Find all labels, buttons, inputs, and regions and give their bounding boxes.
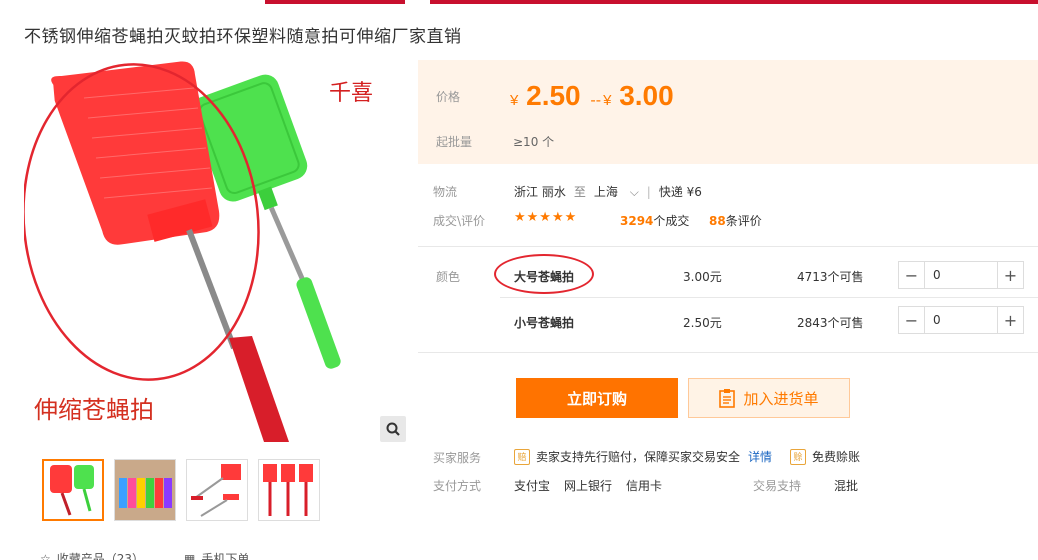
product-title: 不锈钢伸缩苍蝇拍灭蚊拍环保塑料随意拍可伸缩厂家直销 xyxy=(24,27,462,47)
zoom-button[interactable] xyxy=(380,416,406,442)
rating-stars: ★★★★★ xyxy=(514,210,578,225)
free-credit-link[interactable]: 免费赊账 xyxy=(812,448,860,465)
trade-support-label: 交易支持 xyxy=(753,479,802,493)
shipping-origin: 浙江 丽水 xyxy=(514,185,566,199)
quantity-input[interactable] xyxy=(925,262,995,288)
top-accent-bar xyxy=(265,0,405,4)
thumbnail-strip xyxy=(42,459,320,521)
price-label: 价格 xyxy=(436,90,461,104)
express-fee: 快递 ¥6 xyxy=(658,185,702,199)
qrcode-icon: ▦ xyxy=(184,551,196,560)
sku-price: 2.50元 xyxy=(683,316,722,330)
brand-logo-text: 千喜 xyxy=(329,81,373,106)
payment-method: 信用卡 xyxy=(626,479,663,493)
sku-stock: 4713个可售 xyxy=(797,270,864,284)
quantity-stepper: − + xyxy=(898,261,1024,289)
sku-name: 大号苍蝇拍 xyxy=(514,270,575,284)
thumbnail-4[interactable] xyxy=(258,459,320,521)
bottom-links: ☆ 收藏产品（23） ▦ 手机下单 xyxy=(40,550,249,560)
moq-value: ≥10 个 xyxy=(513,135,555,149)
destination-select[interactable]: 上海 ⌵ xyxy=(594,183,639,200)
price-range: ¥ 2.50 -- ¥ 3.00 xyxy=(510,80,674,111)
shipping-row: 浙江 丽水 至 上海 ⌵ | 快递 ¥6 xyxy=(514,183,702,200)
quantity-stepper: − + xyxy=(898,306,1024,334)
payment-method: 支付宝 xyxy=(514,479,551,493)
price-high: 3.00 xyxy=(619,80,674,111)
image-watermark-text: 伸缩苍蝇拍 xyxy=(34,396,154,424)
thumbnail-1[interactable] xyxy=(42,459,104,521)
mobile-order-link[interactable]: ▦ 手机下单 xyxy=(184,550,249,560)
payment-label: 支付方式 xyxy=(433,479,482,493)
price-panel: 价格 ¥ 2.50 -- ¥ 3.00 起批量 ≥10 个 xyxy=(418,60,1038,164)
service-row: 赔 卖家支持先行赔付，保障买家交易安全 详情 赊 免费赊账 xyxy=(514,448,860,465)
plus-button[interactable]: + xyxy=(997,262,1023,288)
moq-label: 起批量 xyxy=(436,135,473,149)
plus-button[interactable]: + xyxy=(997,307,1023,333)
divider xyxy=(418,352,1038,353)
payment-methods: 支付宝 网上银行 信用卡 xyxy=(514,477,662,494)
divider xyxy=(500,297,1038,298)
color-label: 颜色 xyxy=(436,270,461,284)
price-low: 2.50 xyxy=(526,80,581,111)
trade-support-value: 混批 xyxy=(834,479,859,493)
credit-icon: 赊 xyxy=(790,448,807,465)
sku-price: 3.00元 xyxy=(683,270,722,284)
favorite-link[interactable]: ☆ 收藏产品（23） xyxy=(40,550,144,560)
review-count-link[interactable]: 88条评价 xyxy=(709,212,762,229)
sku-stock: 2843个可售 xyxy=(797,316,864,330)
chevron-down-icon: ⌵ xyxy=(629,185,639,199)
top-accent-bar-right xyxy=(430,0,1038,4)
buy-now-button[interactable]: 立即订购 xyxy=(516,378,678,418)
star-outline-icon: ☆ xyxy=(40,551,51,560)
clipboard-icon xyxy=(719,389,736,408)
thumbnail-3[interactable] xyxy=(186,459,248,521)
green-swatter xyxy=(191,74,341,369)
minus-button[interactable]: − xyxy=(899,262,925,288)
deals-label: 成交\评价 xyxy=(433,214,486,228)
sku-name: 小号苍蝇拍 xyxy=(514,316,575,330)
service-details-link[interactable]: 详情 xyxy=(748,448,772,465)
service-label: 买家服务 xyxy=(433,451,482,465)
deal-count: 3294个成交 xyxy=(620,214,690,228)
payment-method: 网上银行 xyxy=(564,479,613,493)
shipping-label: 物流 xyxy=(433,185,458,199)
divider xyxy=(418,246,1038,247)
thumbnail-2[interactable] xyxy=(114,459,176,521)
shield-icon: 赔 xyxy=(514,448,530,465)
add-to-cart-button[interactable]: 加入进货单 xyxy=(688,378,850,418)
minus-button[interactable]: − xyxy=(899,307,925,333)
quantity-input[interactable] xyxy=(925,307,995,333)
product-main-image[interactable]: 千喜 伸缩苍蝇拍 xyxy=(24,58,410,442)
magnifier-icon xyxy=(386,422,400,436)
